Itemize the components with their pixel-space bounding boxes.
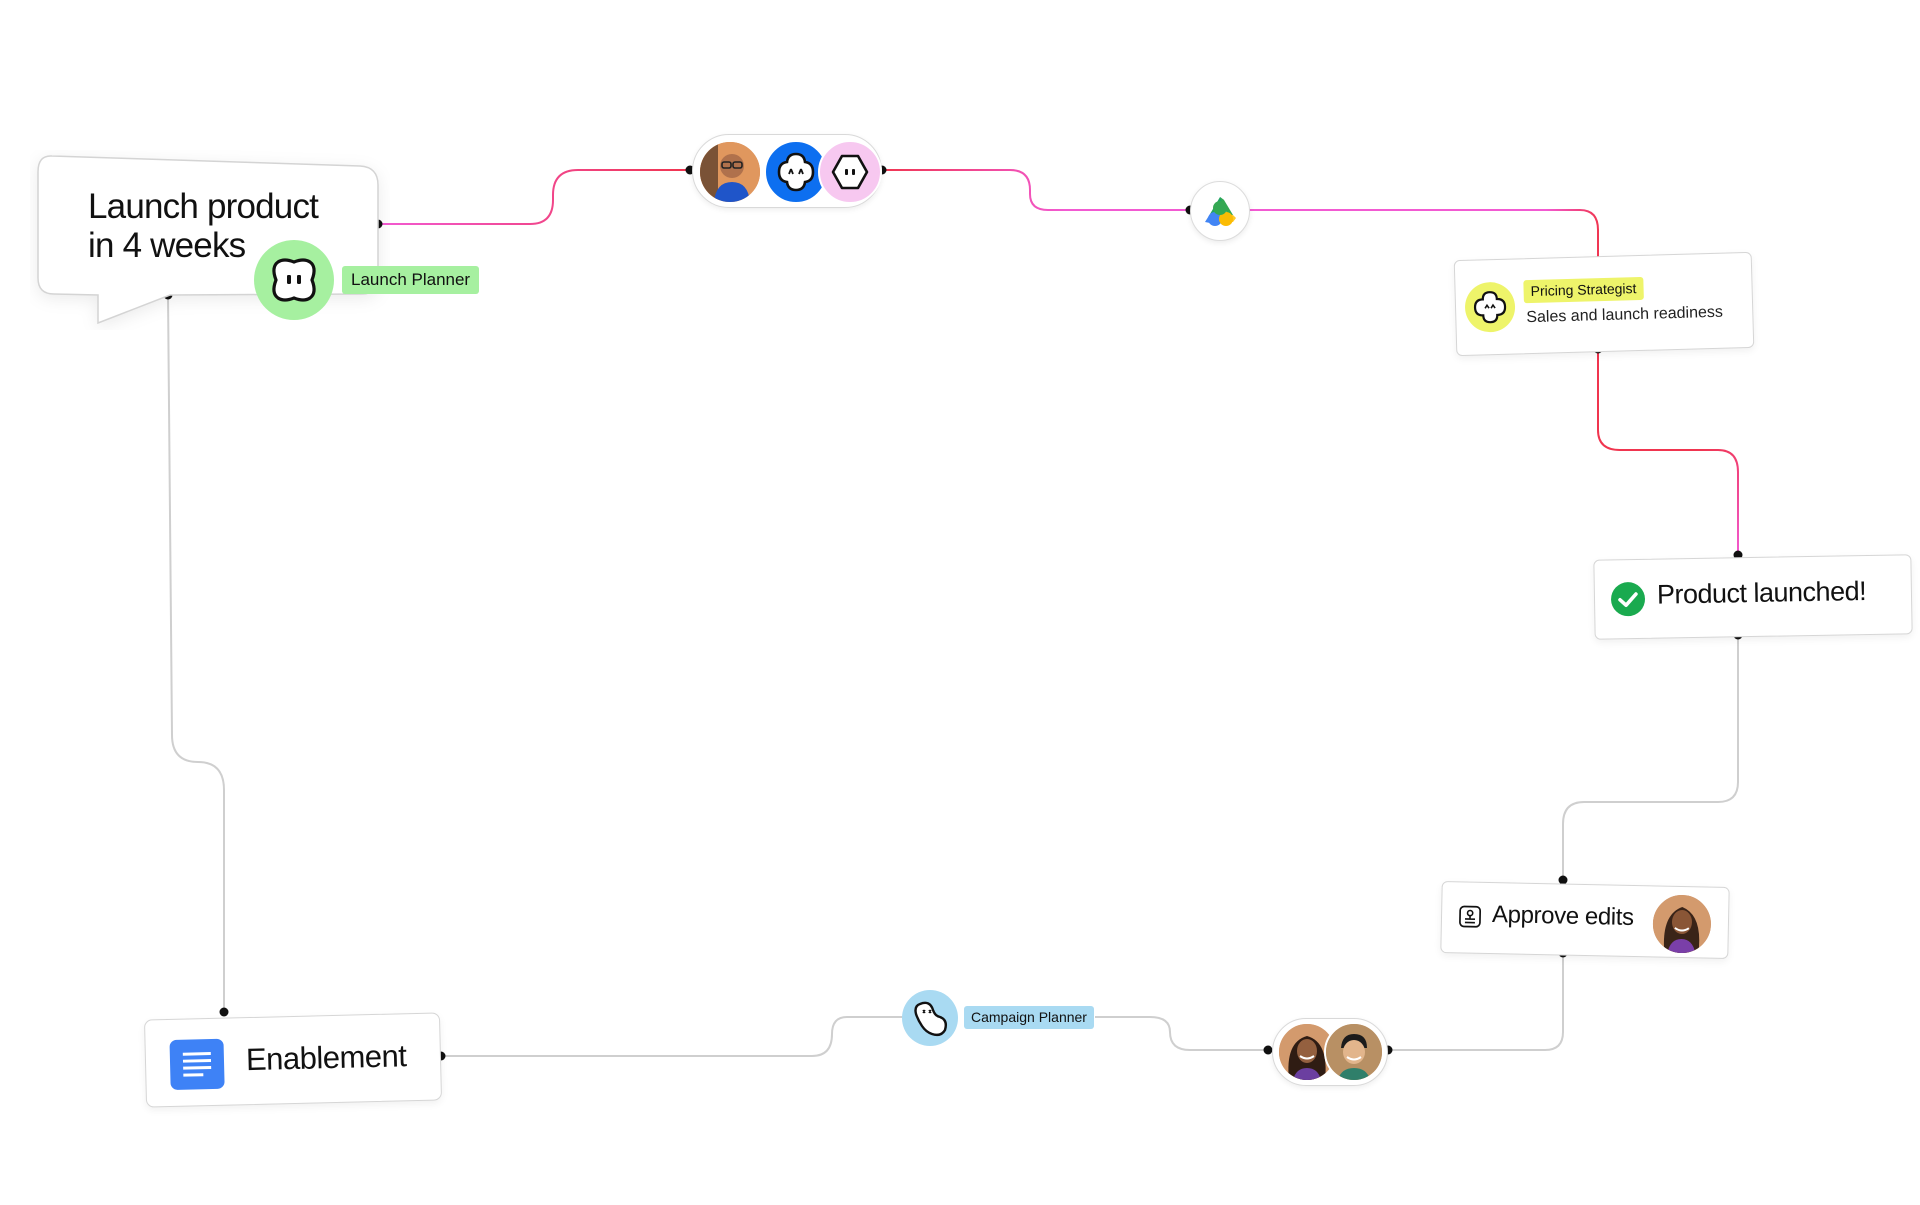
- connector-launched-to-approve: [1562, 635, 1739, 880]
- person-photo-icon: [1326, 1024, 1382, 1080]
- connector-goal-to-enablement: [167, 294, 225, 1012]
- approve-edits-label: Approve edits: [1491, 901, 1634, 932]
- approve-edits-card[interactable]: Approve edits: [1440, 880, 1730, 960]
- goal-text: Launch product in 4 weeks: [88, 187, 378, 265]
- connector-pricing-to-launched: [1597, 349, 1739, 555]
- campaign-planner-avatar[interactable]: [902, 990, 958, 1046]
- stamp-icon: [1458, 904, 1482, 928]
- connector-drive-to-pricing: [1245, 209, 1599, 260]
- flower-face-icon: [1473, 291, 1507, 324]
- team-member-avatar[interactable]: [698, 140, 762, 204]
- google-docs-icon: [169, 1038, 225, 1090]
- person-photo-icon: [700, 142, 760, 202]
- launch-planner-tag[interactable]: Launch Planner: [342, 266, 480, 294]
- hexagon-face-icon: [831, 154, 869, 190]
- google-drive-icon: [1205, 197, 1236, 226]
- connector-goal-to-team: [378, 169, 690, 225]
- pricing-subtitle: Sales and launch readiness: [1526, 303, 1724, 327]
- pricing-strategist-card[interactable]: Pricing Strategist Sales and launch read…: [1453, 251, 1755, 357]
- enablement-label: Enablement: [245, 1038, 407, 1078]
- check-circle-icon: [1610, 581, 1646, 617]
- product-launched-label: Product launched!: [1656, 576, 1867, 610]
- flower-face-icon: [777, 152, 815, 192]
- agent-pink-avatar[interactable]: [818, 140, 882, 204]
- approver-avatar[interactable]: [1650, 892, 1714, 956]
- goal-line-2: in 4 weeks: [88, 226, 246, 265]
- reviewer-avatar-2[interactable]: [1324, 1022, 1384, 1082]
- launch-planner-avatar[interactable]: [254, 240, 334, 320]
- product-launched-card[interactable]: Product launched!: [1593, 554, 1913, 640]
- connector-reviewers-to-campaign: [1095, 1016, 1268, 1051]
- pricing-strategist-avatar: [1464, 281, 1516, 333]
- pricing-strategist-tag: Pricing Strategist: [1523, 276, 1644, 304]
- connector-team-to-drive: [882, 169, 1190, 211]
- goal-line-1: Launch product: [88, 187, 319, 226]
- campaign-planner-tag[interactable]: Campaign Planner: [964, 1006, 1094, 1029]
- person-photo-icon: [1652, 894, 1712, 954]
- enablement-card[interactable]: Enablement: [143, 1012, 443, 1108]
- connector-campaign-to-enablement: [441, 1016, 905, 1057]
- connector-approve-to-reviewers: [1388, 953, 1564, 1051]
- peanut-face-icon: [914, 1001, 948, 1037]
- blob-face-icon: [272, 258, 316, 302]
- drive-node[interactable]: [1190, 181, 1250, 241]
